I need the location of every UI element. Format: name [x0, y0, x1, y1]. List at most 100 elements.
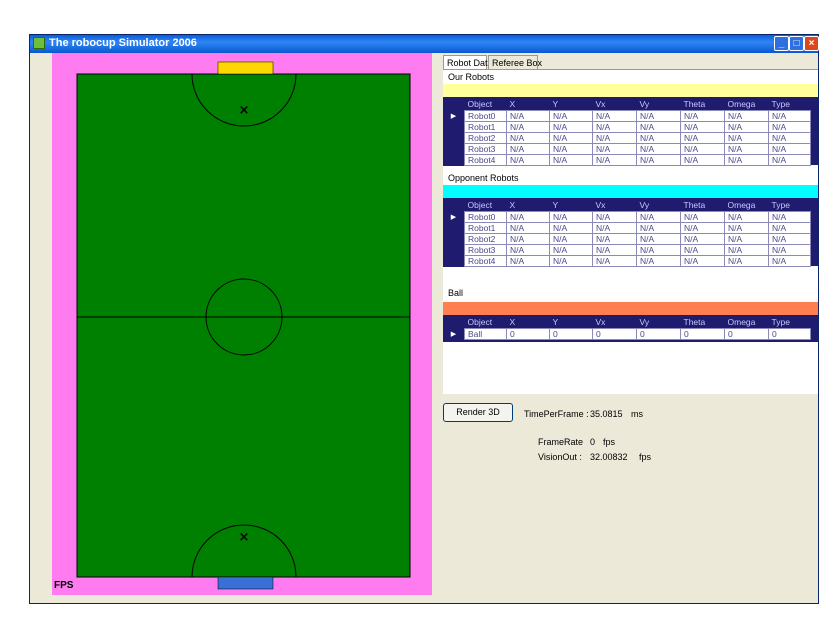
value-cell[interactable]: N/A — [724, 121, 769, 133]
value-cell[interactable]: 0 — [724, 328, 769, 340]
opponent-robots-table[interactable]: Object X Y Vx Vy Theta Omega Type ▶ Robot0 N/A N/A N… — [443, 198, 811, 267]
maximize-button[interactable]: □ — [789, 36, 804, 51]
ball-table[interactable]: Object X Y Vx Vy Theta Omega Type ▶ Ball 0 0 0 0 0 0 0 — [443, 315, 811, 340]
minimize-button[interactable]: _ — [774, 36, 789, 51]
value-cell[interactable]: N/A — [506, 154, 550, 166]
value-cell[interactable]: N/A — [592, 132, 637, 144]
column-header[interactable]: Omega — [725, 198, 769, 212]
value-cell[interactable]: 0 — [636, 328, 681, 340]
column-header[interactable]: Type — [769, 315, 811, 329]
value-cell[interactable]: N/A — [636, 233, 681, 245]
value-cell[interactable]: 0 — [680, 328, 725, 340]
value-cell[interactable]: N/A — [506, 121, 550, 133]
value-cell[interactable]: N/A — [549, 132, 593, 144]
value-cell[interactable]: N/A — [680, 154, 725, 166]
value-cell[interactable]: N/A — [506, 244, 550, 256]
value-cell[interactable]: N/A — [724, 110, 769, 122]
value-cell[interactable]: N/A — [680, 132, 725, 144]
value-cell[interactable]: N/A — [768, 132, 811, 144]
value-cell[interactable]: N/A — [636, 154, 681, 166]
object-name-cell[interactable]: Robot2 — [464, 132, 507, 144]
value-cell[interactable]: N/A — [680, 222, 725, 234]
object-name-cell[interactable]: Robot0 — [464, 110, 507, 122]
table-row[interactable]: ▶ Ball 0 0 0 0 0 0 0 — [443, 328, 811, 340]
current-row-arrow-icon[interactable]: ▶ — [443, 110, 465, 122]
value-cell[interactable]: N/A — [768, 222, 811, 234]
value-cell[interactable]: N/A — [592, 154, 637, 166]
value-cell[interactable]: N/A — [680, 121, 725, 133]
column-header[interactable]: Vy — [637, 315, 681, 329]
value-cell[interactable]: N/A — [592, 222, 637, 234]
value-cell[interactable]: N/A — [549, 143, 593, 155]
column-header[interactable]: Vy — [637, 97, 681, 111]
column-header[interactable]: X — [507, 97, 550, 111]
value-cell[interactable]: N/A — [636, 132, 681, 144]
object-name-cell[interactable]: Robot4 — [464, 255, 507, 267]
value-cell[interactable]: N/A — [549, 222, 593, 234]
ball-grid[interactable]: Object X Y Vx Vy Theta Omega Type ▶ Ball 0 0 0 0 0 0 0 — [443, 315, 818, 342]
value-cell[interactable]: N/A — [592, 211, 637, 223]
object-name-cell[interactable]: Robot1 — [464, 121, 507, 133]
column-header[interactable]: Vy — [637, 198, 681, 212]
value-cell[interactable]: N/A — [506, 233, 550, 245]
value-cell[interactable]: N/A — [680, 110, 725, 122]
column-header[interactable]: X — [507, 198, 550, 212]
value-cell[interactable]: N/A — [636, 143, 681, 155]
row-header[interactable] — [443, 222, 465, 234]
value-cell[interactable]: N/A — [768, 255, 811, 267]
column-header[interactable]: Object — [465, 198, 507, 212]
value-cell[interactable]: N/A — [592, 244, 637, 256]
table-row[interactable]: ▶ Robot0 N/A N/A N/A N/A N/A N/A N/A — [443, 110, 811, 122]
column-header[interactable]: Y — [550, 97, 593, 111]
column-header[interactable]: Y — [550, 198, 593, 212]
current-row-arrow-icon[interactable]: ▶ — [443, 328, 465, 340]
value-cell[interactable]: N/A — [636, 222, 681, 234]
value-cell[interactable]: N/A — [592, 255, 637, 267]
table-row[interactable]: Robot1 N/A N/A N/A N/A N/A N/A N/A — [443, 121, 811, 133]
value-cell[interactable]: N/A — [724, 255, 769, 267]
value-cell[interactable]: N/A — [768, 244, 811, 256]
value-cell[interactable]: N/A — [506, 132, 550, 144]
value-cell[interactable]: N/A — [680, 244, 725, 256]
opponent-robots-grid[interactable]: Object X Y Vx Vy Theta Omega Type ▶ Robot0 N/A N/A N… — [443, 198, 818, 267]
value-cell[interactable]: N/A — [724, 132, 769, 144]
value-cell[interactable]: N/A — [549, 110, 593, 122]
value-cell[interactable]: N/A — [506, 211, 550, 223]
value-cell[interactable]: N/A — [724, 233, 769, 245]
column-header[interactable]: Object — [465, 315, 507, 329]
value-cell[interactable]: N/A — [636, 255, 681, 267]
value-cell[interactable]: N/A — [506, 222, 550, 234]
object-name-cell[interactable]: Robot3 — [464, 143, 507, 155]
value-cell[interactable]: N/A — [636, 244, 681, 256]
value-cell[interactable]: 0 — [592, 328, 637, 340]
table-row[interactable]: ▶ Robot0 N/A N/A N/A N/A N/A N/A N/A — [443, 211, 811, 223]
tab-robot-data[interactable]: Robot Data — [443, 55, 493, 69]
column-header[interactable]: Vx — [593, 315, 637, 329]
value-cell[interactable]: N/A — [724, 211, 769, 223]
column-header[interactable]: Type — [769, 97, 811, 111]
value-cell[interactable]: 0 — [506, 328, 550, 340]
value-cell[interactable]: N/A — [680, 143, 725, 155]
value-cell[interactable]: N/A — [724, 154, 769, 166]
tab-referee-box[interactable]: Referee Box — [488, 55, 542, 69]
field-view[interactable]: × × FPS — [52, 53, 432, 595]
row-header[interactable] — [443, 143, 465, 155]
value-cell[interactable]: N/A — [636, 121, 681, 133]
row-header[interactable] — [443, 244, 465, 256]
column-header[interactable]: Theta — [681, 198, 725, 212]
object-name-cell[interactable]: Ball — [464, 328, 507, 340]
our-robots-table[interactable]: Object X Y Vx Vy Theta Omega Type ▶ Robot0 N/A N/A N… — [443, 97, 811, 166]
current-row-arrow-icon[interactable]: ▶ — [443, 211, 465, 223]
value-cell[interactable]: N/A — [724, 143, 769, 155]
value-cell[interactable]: N/A — [724, 222, 769, 234]
our-robots-grid[interactable]: Object X Y Vx Vy Theta Omega Type ▶ Robot0 N/A N/A N… — [443, 97, 818, 166]
value-cell[interactable]: N/A — [549, 154, 593, 166]
column-header[interactable]: X — [507, 315, 550, 329]
column-header[interactable]: Omega — [725, 97, 769, 111]
value-cell[interactable]: N/A — [549, 121, 593, 133]
object-name-cell[interactable]: Robot0 — [464, 211, 507, 223]
value-cell[interactable]: N/A — [636, 211, 681, 223]
table-row[interactable]: Robot4 N/A N/A N/A N/A N/A N/A N/A — [443, 255, 811, 267]
value-cell[interactable]: N/A — [592, 143, 637, 155]
column-header[interactable]: Theta — [681, 97, 725, 111]
